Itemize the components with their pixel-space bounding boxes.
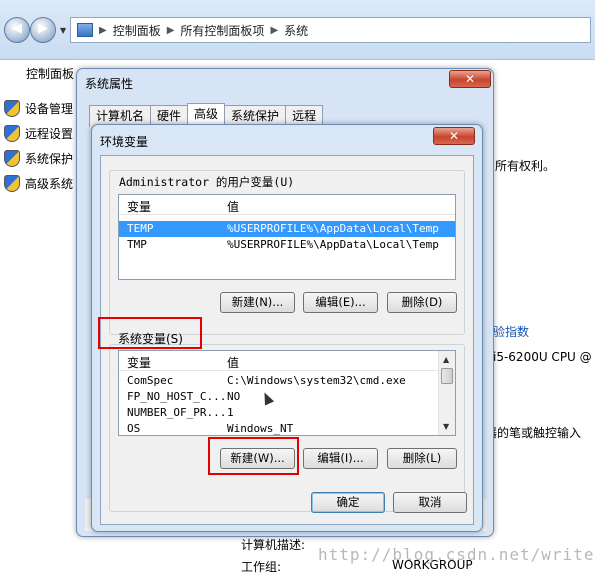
system-edit-button[interactable]: 编辑(I)... (303, 448, 378, 469)
control-panel-icon (77, 23, 93, 37)
ok-button[interactable]: 确定 (311, 492, 385, 513)
control-panel-home-link[interactable]: 控制面板 (26, 65, 74, 82)
watermark: http://blog.csdn.net/write6 (318, 545, 595, 564)
list-item[interactable]: TEMP %USERPROFILE%\AppData\Local\Temp (119, 221, 455, 237)
var-value: Windows_NT (227, 422, 294, 435)
sidebar-item-remote-settings[interactable]: 远程设置 (4, 125, 73, 142)
back-arrow-icon: ◀ (12, 21, 22, 36)
scroll-up-icon[interactable]: ▲ (443, 355, 449, 364)
sidebar-item-label: 设备管理 (25, 102, 74, 116)
screen: ◀ ▶ ▼ ▶ 控制面板 ▶ 所有控制面板项 ▶ 系统 控制面板 设备管理 远程… (0, 0, 595, 574)
user-edit-button[interactable]: 编辑(E)... (303, 292, 378, 313)
vertical-scrollbar[interactable]: ▲ ▼ (438, 351, 455, 435)
breadcrumb-control-panel[interactable]: 控制面板 (113, 22, 161, 39)
scroll-thumb[interactable] (441, 368, 453, 384)
column-header-variable[interactable]: 变量 (127, 354, 151, 371)
uac-shield-icon (4, 100, 20, 117)
var-name: NUMBER_OF_PR... (127, 406, 227, 419)
explorer-address-bar: ◀ ▶ ▼ ▶ 控制面板 ▶ 所有控制面板项 ▶ 系统 (0, 0, 595, 60)
uac-shield-icon (4, 175, 20, 192)
computer-description-label: 计算机描述: (241, 538, 306, 552)
var-value: %USERPROFILE%\AppData\Local\Temp (227, 238, 439, 251)
sidebar-item-system-protection[interactable]: 系统保护 (4, 150, 73, 167)
system-delete-button[interactable]: 删除(L) (387, 448, 457, 469)
breadcrumb-all-items[interactable]: 所有控制面板项 (180, 22, 264, 39)
list-header: 变量 值 (119, 351, 455, 371)
user-new-button[interactable]: 新建(N)... (220, 292, 295, 313)
scroll-down-icon[interactable]: ▼ (443, 422, 449, 431)
list-item[interactable]: NUMBER_OF_PR... 1 (119, 405, 455, 421)
var-value: C:\Windows\system32\cmd.exe (227, 374, 406, 387)
user-variables-list[interactable]: 变量 值 TEMP %USERPROFILE%\AppData\Local\Te… (118, 194, 456, 280)
list-item[interactable]: OS Windows_NT (119, 421, 455, 435)
column-header-variable[interactable]: 变量 (127, 198, 151, 215)
list-item[interactable]: ComSpec C:\Windows\system32\cmd.exe (119, 373, 455, 389)
uac-shield-icon (4, 125, 20, 142)
chevron-right-icon: ▶ (166, 24, 175, 36)
close-icon: ✕ (464, 72, 476, 86)
var-value: 1 (227, 406, 234, 419)
highlight-system-new-button (208, 437, 299, 475)
cpu-text: i5-6200U CPU @ (493, 350, 592, 364)
close-icon: ✕ (448, 129, 460, 143)
forward-arrow-icon: ▶ (38, 21, 48, 36)
close-button[interactable]: ✕ (449, 70, 491, 88)
experience-index-link[interactable]: 验指数 (493, 323, 529, 340)
forward-button[interactable]: ▶ (30, 17, 56, 43)
sidebar-item-label: 高级系统 (25, 177, 74, 191)
highlight-system-variables-label (98, 317, 202, 349)
sidebar-item-label: 系统保护 (25, 152, 74, 166)
system-variables-list[interactable]: 变量 值 ComSpec C:\Windows\system32\cmd.exe… (118, 350, 456, 436)
close-button[interactable]: ✕ (433, 127, 475, 145)
list-header: 变量 值 (119, 195, 455, 215)
list-item[interactable]: FP_NO_HOST_C... NO (119, 389, 455, 405)
sidebar-item-device-manager[interactable]: 设备管理 (4, 100, 73, 117)
user-delete-button[interactable]: 删除(D) (387, 292, 457, 313)
control-panel-sidebar: 控制面板 设备管理 远程设置 系统保护 高级系统 (0, 60, 76, 574)
var-value: %USERPROFILE%\AppData\Local\Temp (227, 222, 439, 235)
var-name: OS (127, 422, 141, 435)
back-button[interactable]: ◀ (4, 17, 30, 43)
column-header-value[interactable]: 值 (227, 198, 239, 215)
cancel-button[interactable]: 取消 (393, 492, 467, 513)
breadcrumb-system[interactable]: 系统 (284, 22, 308, 39)
var-name: TMP (127, 238, 147, 251)
var-name: ComSpec (127, 374, 174, 387)
uac-shield-icon (4, 150, 20, 167)
var-name: FP_NO_HOST_C... (127, 390, 227, 403)
workgroup-label: 工作组: (241, 560, 282, 574)
history-dropdown-icon[interactable]: ▼ (60, 26, 66, 35)
chevron-right-icon: ▶ (270, 24, 279, 36)
var-name: TEMP (127, 222, 154, 235)
chevron-right-icon: ▶ (99, 24, 107, 36)
address-box[interactable]: ▶ 控制面板 ▶ 所有控制面板项 ▶ 系统 (70, 17, 591, 43)
list-item[interactable]: TMP %USERPROFILE%\AppData\Local\Temp (119, 237, 455, 253)
sidebar-item-label: 远程设置 (25, 127, 74, 141)
sidebar-item-advanced-settings[interactable]: 高级系统 (4, 175, 73, 192)
system-properties-title: 系统属性 (85, 77, 134, 91)
user-variables-label: Administrator 的用户变量(U) (119, 175, 295, 189)
dialog-title: 环境变量 (100, 135, 149, 149)
column-header-value[interactable]: 值 (227, 354, 239, 371)
var-value: NO (227, 390, 241, 403)
pen-touch-text: 器的笔或触控输入 (485, 426, 582, 440)
